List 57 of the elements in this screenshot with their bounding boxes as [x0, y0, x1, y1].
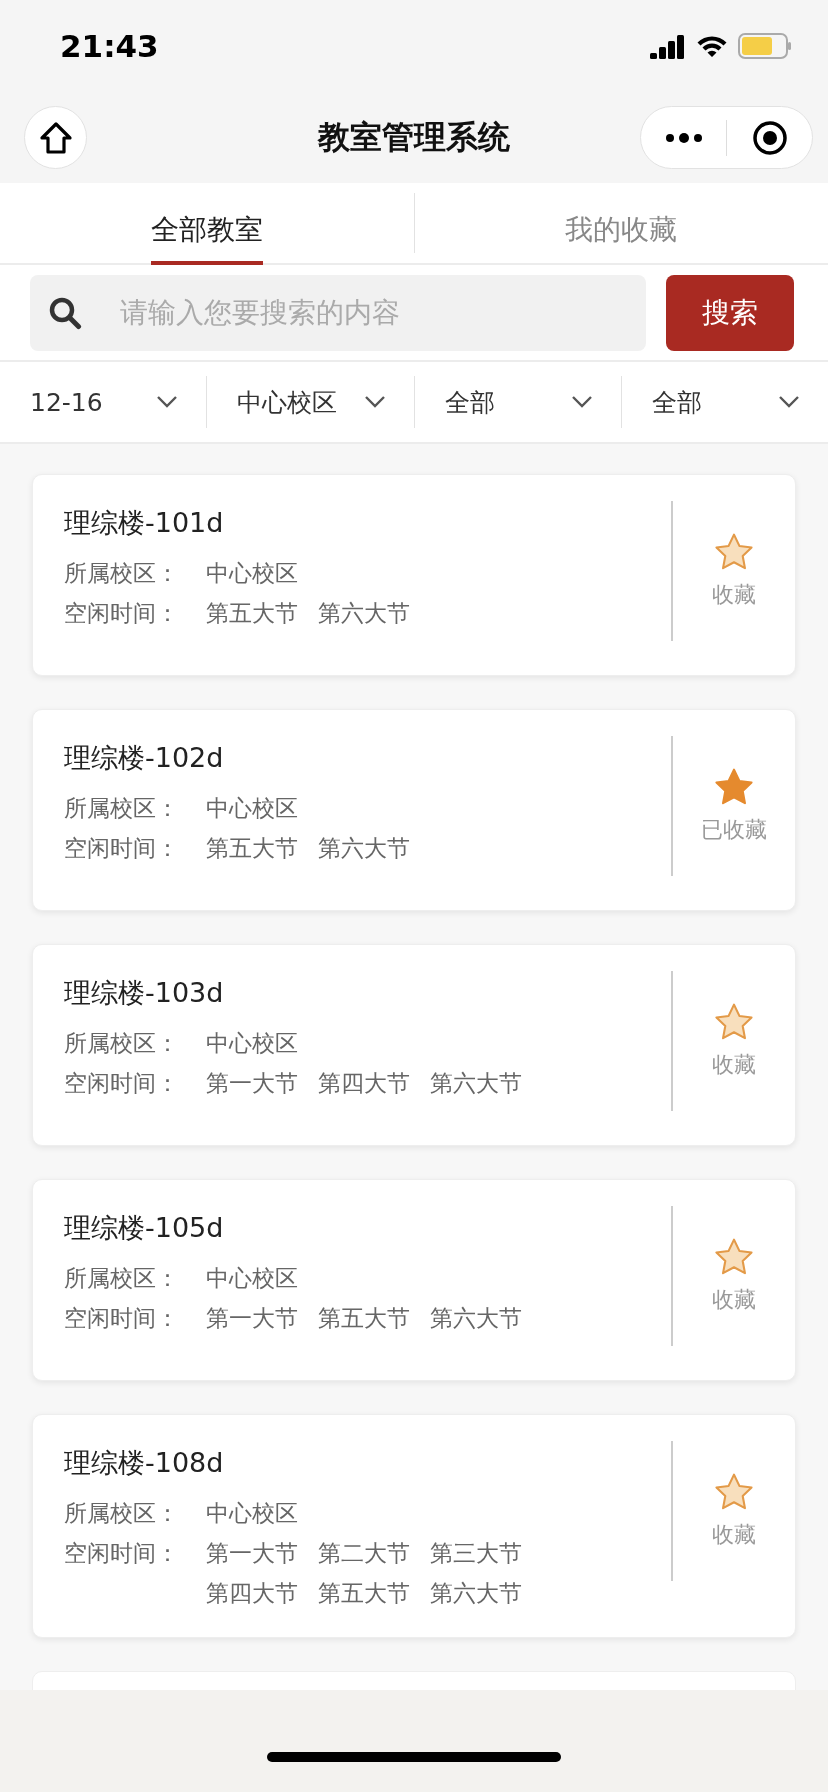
campus-label: 所属校区：: [64, 1264, 180, 1293]
period-value: 第五大节: [318, 1304, 410, 1333]
period-value: 第一大节: [206, 1539, 298, 1568]
period-value: 第二大节: [318, 1539, 410, 1568]
filter-dropdown[interactable]: 全部: [621, 362, 828, 442]
free-time-label: 空闲时间：: [64, 1539, 180, 1568]
search-icon: [48, 295, 82, 330]
chevron-down-icon: [363, 395, 386, 409]
room-name: 理综楼-103d: [64, 976, 225, 1010]
room-name: 理综楼-101d: [64, 506, 225, 540]
page-title: 教室管理系统: [316, 116, 511, 158]
filter-dropdown[interactable]: 12-16: [0, 362, 207, 442]
chevron-down-icon: [570, 395, 593, 409]
free-time-label: 空闲时间：: [64, 1304, 180, 1333]
period-value: 第五大节: [318, 1579, 410, 1608]
campus-value: 中心校区: [206, 794, 298, 823]
wifi-icon: [696, 34, 728, 58]
battery-icon: [738, 33, 792, 59]
campus-value: 中心校区: [206, 1029, 298, 1058]
campus-value: 中心校区: [206, 1264, 298, 1293]
campus-label: 所属校区：: [64, 559, 180, 588]
period-value: 第四大节: [206, 1579, 298, 1608]
period-value: 第一大节: [206, 1304, 298, 1333]
free-time-label: 空闲时间：: [64, 834, 180, 863]
campus-label: 所属校区：: [64, 1029, 180, 1058]
period-value: 第六大节: [430, 1579, 522, 1608]
room-name: 理综楼-105d: [64, 1211, 225, 1245]
period-value: 第五大节: [206, 599, 298, 628]
period-value: 第一大节: [206, 1069, 298, 1098]
search-field[interactable]: 请输入您要搜索的内容: [118, 295, 646, 330]
campus-value: 中心校区: [206, 559, 298, 588]
more-icon: [664, 131, 703, 144]
period-value: 第六大节: [318, 834, 410, 863]
campus-label: 所属校区：: [64, 794, 180, 823]
campus-value: 中心校区: [206, 1499, 298, 1528]
room-name: 理综楼-102d: [64, 741, 225, 775]
free-time-label: 空闲时间：: [64, 1069, 180, 1098]
target-icon: [751, 119, 788, 156]
period-value: 第三大节: [430, 1539, 522, 1568]
status-time: 21:43: [60, 28, 159, 64]
campus-label: 所属校区：: [64, 1499, 180, 1528]
signal-icon: [650, 33, 686, 59]
search-button[interactable]: 搜索: [666, 274, 794, 351]
tab[interactable]: 我的收藏: [414, 183, 828, 263]
search-bar[interactable]: 请输入您要搜索的内容: [30, 274, 646, 351]
period-value: 第四大节: [318, 1069, 410, 1098]
period-value: 第六大节: [318, 599, 410, 628]
period-value: 第六大节: [430, 1069, 522, 1098]
free-time-label: 空闲时间：: [64, 599, 180, 628]
chevron-down-icon: [778, 395, 800, 409]
filter-dropdown[interactable]: 中心校区: [207, 362, 414, 442]
period-value: 第六大节: [430, 1304, 522, 1333]
chevron-down-icon: [156, 395, 179, 409]
period-value: 第五大节: [206, 834, 298, 863]
room-name: 理综楼-108d: [64, 1446, 225, 1480]
home-icon: [37, 120, 74, 155]
filter-dropdown[interactable]: 全部: [414, 362, 621, 442]
